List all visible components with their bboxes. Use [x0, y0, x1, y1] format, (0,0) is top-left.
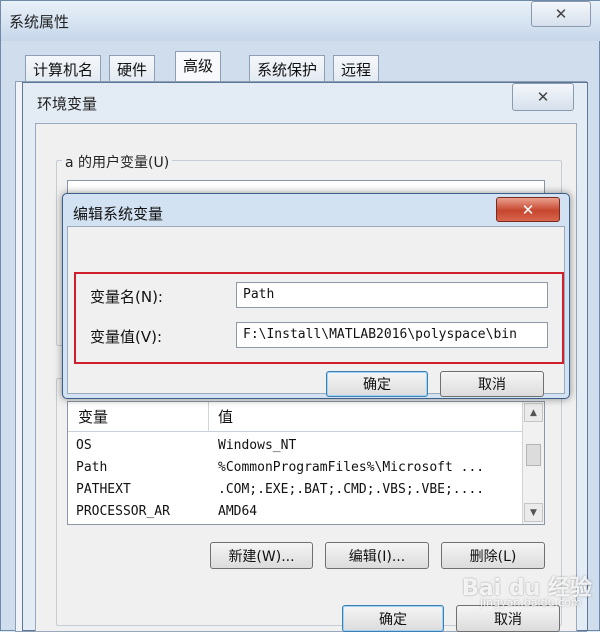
- column-divider: [208, 402, 209, 432]
- system-properties-titlebar[interactable]: 系统属性 ✕: [1, 1, 600, 41]
- edit-dialog-title: 编辑系统变量: [73, 205, 164, 223]
- edit-ok-button[interactable]: 确定: [326, 371, 428, 397]
- edit-dialog-close-button[interactable]: ✕: [496, 197, 560, 222]
- scroll-up-icon[interactable]: ▲: [524, 403, 543, 422]
- system-properties-close-button[interactable]: ✕: [531, 1, 591, 27]
- row-variable-value: .COM;.EXE;.BAT;.CMD;.VBS;.VBE;....: [218, 482, 485, 497]
- env-close-button[interactable]: ✕: [512, 83, 574, 111]
- row-variable-name: PROCESSOR_AR: [76, 504, 170, 519]
- system-variables-rows: OS Windows_NT Path %CommonProgramFiles%\Mi…: [68, 433, 522, 524]
- variable-name-label: 变量名(N):: [90, 288, 163, 306]
- env-ok-button[interactable]: 确定: [342, 605, 444, 632]
- scroll-down-icon[interactable]: ▼: [524, 503, 543, 522]
- env-cancel-button[interactable]: 取消: [456, 605, 560, 632]
- close-icon: ✕: [521, 200, 535, 219]
- edit-dialog-body: 变量名(N): Path 变量值(V): F:\Install\MATLAB20…: [67, 226, 565, 397]
- tab-hardware[interactable]: 硬件: [109, 55, 156, 83]
- new-variable-button[interactable]: 新建(W)...: [210, 542, 313, 569]
- row-variable-name: Path: [76, 460, 108, 475]
- scrollbar-thumb[interactable]: [526, 444, 541, 466]
- variable-name-input[interactable]: Path: [236, 282, 548, 308]
- column-header-value[interactable]: 值: [218, 406, 233, 427]
- row-variable-name: OS: [76, 438, 92, 453]
- row-variable-value: %CommonProgramFiles%\Microsoft ...: [218, 460, 485, 475]
- row-variable-name: PATHEXT: [76, 482, 131, 497]
- close-icon: ✕: [536, 88, 550, 106]
- edit-system-variable-dialog: 编辑系统变量 ✕ 变量名(N): Path 变量值(V): F:\Install…: [62, 193, 570, 399]
- tab-remote[interactable]: 远程: [333, 55, 380, 83]
- close-icon: ✕: [554, 5, 568, 23]
- variable-value-input[interactable]: F:\Install\MATLAB2016\polyspace\bin: [236, 322, 548, 348]
- system-variables-header: 变量 值: [68, 402, 522, 432]
- tab-advanced[interactable]: 高级: [175, 51, 222, 83]
- system-variables-list[interactable]: 变量 值 OS Windows_NT Path %CommonProgramFile…: [67, 401, 545, 525]
- tab-computer-name[interactable]: 计算机名: [25, 55, 102, 83]
- row-variable-value: AMD64: [218, 504, 258, 519]
- edit-variable-button[interactable]: 编辑(I)...: [325, 542, 429, 569]
- baidu-watermark-url: jingyan.baidu.com: [480, 596, 582, 609]
- table-row[interactable]: PATHEXT .COM;.EXE;.BAT;.CMD;.VBS;.VBE;...…: [76, 482, 484, 497]
- row-variable-value: Windows_NT: [218, 438, 297, 453]
- system-variables-scrollbar[interactable]: ▲ ▼: [522, 402, 544, 524]
- delete-variable-button[interactable]: 删除(L): [441, 542, 545, 569]
- env-window-title: 环境变量: [37, 95, 98, 113]
- tab-system-protection[interactable]: 系统保护: [249, 55, 326, 83]
- table-row[interactable]: OS Windows_NT: [76, 438, 296, 453]
- table-row[interactable]: Path %CommonProgramFiles%\Microsoft ...: [76, 460, 484, 475]
- variable-value-label: 变量值(V):: [90, 328, 163, 346]
- window-title: 系统属性: [9, 13, 70, 31]
- user-variables-label: a 的用户变量(U): [62, 152, 173, 172]
- column-header-variable[interactable]: 变量: [78, 406, 108, 427]
- edit-cancel-button[interactable]: 取消: [440, 371, 544, 397]
- table-row[interactable]: PROCESSOR_AR AMD64: [76, 504, 257, 519]
